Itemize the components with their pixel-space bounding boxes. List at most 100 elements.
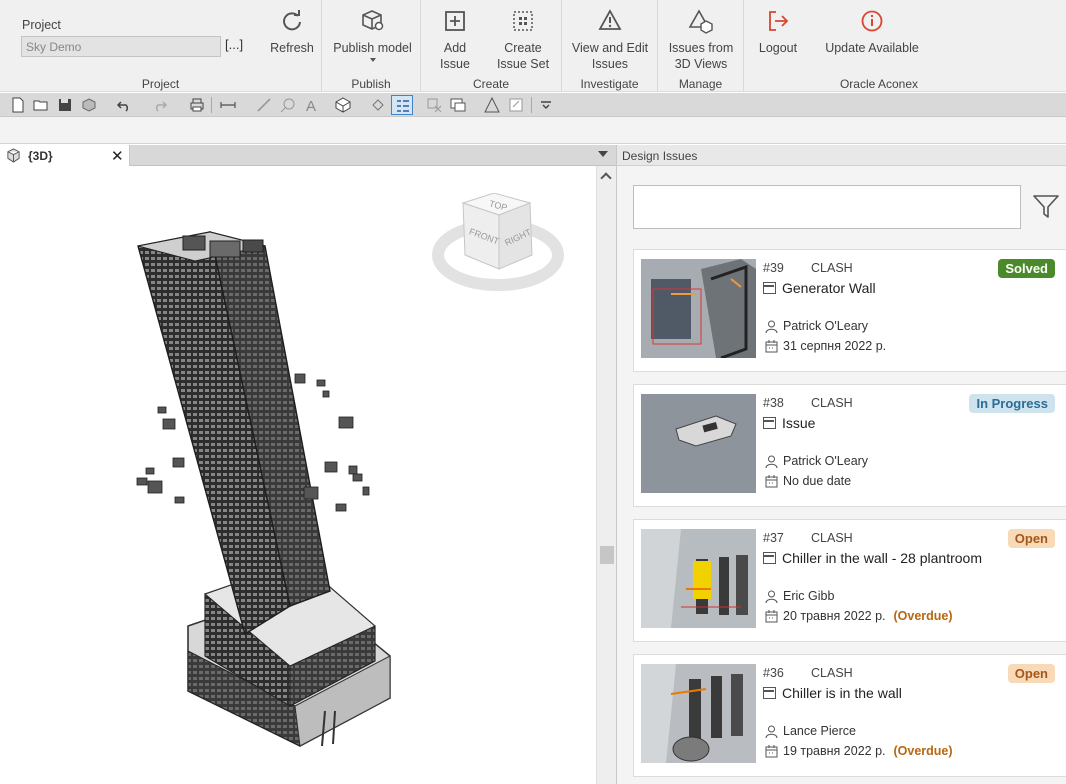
- scrollbar-thumb[interactable]: [600, 546, 614, 564]
- document-icon: [763, 687, 776, 699]
- group-label-oracle: Oracle Aconex: [839, 77, 919, 91]
- document-icon: [763, 552, 776, 564]
- issue-title: Issue: [782, 415, 816, 431]
- add-square-icon: [445, 11, 465, 31]
- close-hidden-windows-icon[interactable]: [425, 96, 443, 114]
- due-date: 19 травня 2022 р.: [783, 744, 886, 758]
- tab-3d-view[interactable]: {3D} ✕: [0, 145, 130, 166]
- roof-equipment: [242, 239, 264, 253]
- manage-group: Issues from 3D Views Manage: [658, 0, 744, 92]
- person-icon: [765, 725, 778, 738]
- issue-thumbnail: [641, 664, 756, 763]
- assignee-name: Patrick O'Leary: [783, 454, 869, 468]
- ribbon: Project [...] Refresh Project Publish mo…: [0, 0, 1066, 92]
- issue-number: #36: [763, 666, 784, 680]
- issue-card[interactable]: #37 CLASH Open Chiller in the wall - 28 …: [633, 519, 1066, 642]
- status-badge: Open: [1007, 529, 1055, 548]
- overdue-label: (Overdue): [893, 609, 953, 623]
- cube-gear-icon: [361, 10, 383, 31]
- calendar-icon: [765, 745, 778, 758]
- issue-search-input[interactable]: [633, 185, 1021, 229]
- person-icon: [765, 590, 778, 603]
- create-issue-set-button[interactable]: Create Issue Set: [493, 6, 553, 72]
- issue-type: CLASH: [811, 396, 853, 410]
- issue-thumbnail: [641, 529, 756, 628]
- issue-type: CLASH: [811, 666, 853, 680]
- options-bar: [0, 117, 1066, 144]
- undo-icon[interactable]: [115, 96, 133, 114]
- issue-title: Chiller in the wall - 28 plantroom: [782, 550, 982, 566]
- warning-icon: [598, 9, 622, 30]
- issue-card[interactable]: #39 CLASH Solved Generator Wall Patrick …: [633, 249, 1066, 372]
- panel-title: Design Issues: [622, 149, 698, 163]
- section-icon[interactable]: [369, 96, 387, 114]
- calendar-icon: [765, 340, 778, 353]
- issue-title-row: Chiller in the wall - 28 plantroom: [763, 550, 982, 566]
- design-issues-panel: Design Issues #39 CLASH Solved Generator…: [616, 145, 1066, 784]
- redo-icon[interactable]: [151, 96, 169, 114]
- issue-thumbnail: [641, 259, 756, 358]
- filter-icon[interactable]: [1031, 191, 1061, 221]
- calendar-icon: [765, 475, 778, 488]
- issues-from-3d-views-button[interactable]: Issues from 3D Views: [664, 6, 738, 72]
- document-icon: [763, 282, 776, 294]
- issue-card[interactable]: #36 CLASH Open Chiller is in the wall La…: [633, 654, 1066, 777]
- 3d-view-icon: [7, 148, 20, 163]
- view-tab-bar: {3D} ✕: [0, 145, 616, 166]
- customize-toolbar-icon[interactable]: [537, 96, 555, 114]
- thin-lines-icon[interactable]: [391, 95, 413, 115]
- render-icon[interactable]: [483, 96, 501, 114]
- schedule-icon[interactable]: [507, 96, 525, 114]
- viewport-scrollbar[interactable]: [596, 166, 616, 784]
- investigate-group: View and Edit Issues Investigate: [562, 0, 658, 92]
- issue-title-row: Issue: [763, 415, 815, 431]
- assignee-row: Patrick O'Leary: [765, 319, 868, 333]
- 3d-viewport[interactable]: TOP FRONT RIGHT: [0, 166, 596, 784]
- group-label-project: Project: [141, 77, 180, 91]
- add-issue-button[interactable]: Add Issue: [433, 6, 477, 72]
- switch-windows-icon[interactable]: [449, 96, 467, 114]
- logout-button[interactable]: Logout: [752, 6, 804, 56]
- group-label-publish: Publish: [351, 77, 391, 91]
- assignee-row: Lance Pierce: [765, 724, 856, 738]
- assignee-name: Eric Gibb: [783, 589, 835, 603]
- tab-menu-chevron-icon[interactable]: [598, 151, 608, 157]
- aligned-dimension-icon[interactable]: [255, 96, 273, 114]
- issue-number: #37: [763, 531, 784, 545]
- issue-title: Chiller is in the wall: [782, 685, 902, 701]
- overdue-label: (Overdue): [893, 744, 953, 758]
- tab-label: {3D}: [28, 149, 53, 163]
- update-available-button[interactable]: Update Available: [822, 6, 922, 56]
- quick-access-toolbar: A: [0, 93, 1066, 117]
- status-badge: Open: [1007, 664, 1055, 683]
- group-label-manage: Manage: [678, 77, 723, 91]
- close-tab-button[interactable]: ✕: [111, 147, 124, 165]
- person-icon: [765, 455, 778, 468]
- tag-icon[interactable]: [279, 96, 297, 114]
- open-folder-icon[interactable]: [32, 96, 50, 114]
- save-icon[interactable]: [56, 96, 74, 114]
- default-3d-view-icon[interactable]: [334, 96, 352, 114]
- scroll-up-arrow-icon[interactable]: [600, 172, 612, 184]
- issue-card[interactable]: #38 CLASH In Progress Issue Patrick O'Le…: [633, 384, 1066, 507]
- sync-model-icon[interactable]: [80, 96, 98, 114]
- roof-equipment: [209, 240, 241, 258]
- measure-icon[interactable]: [219, 96, 237, 114]
- assignee-name: Patrick O'Leary: [783, 319, 869, 333]
- create-group: Add Issue Create Issue Set Create: [421, 0, 562, 92]
- warning-cube-icon: [688, 9, 713, 34]
- publish-model-button[interactable]: Publish model: [330, 6, 415, 62]
- new-file-icon[interactable]: [9, 96, 27, 114]
- refresh-button[interactable]: Refresh: [264, 6, 320, 56]
- text-icon[interactable]: A: [303, 96, 321, 115]
- project-field[interactable]: [21, 36, 221, 57]
- due-date: 20 травня 2022 р.: [783, 609, 886, 623]
- assignee-name: Lance Pierce: [783, 724, 856, 738]
- view-edit-issues-button[interactable]: View and Edit Issues: [570, 6, 650, 72]
- print-icon[interactable]: [188, 96, 206, 114]
- issue-set-icon: [513, 11, 533, 31]
- browse-project-button[interactable]: [...]: [225, 37, 243, 52]
- view-cube[interactable]: TOP FRONT RIGHT: [432, 193, 566, 293]
- info-icon: [861, 10, 883, 32]
- issue-title-row: Generator Wall: [763, 280, 876, 296]
